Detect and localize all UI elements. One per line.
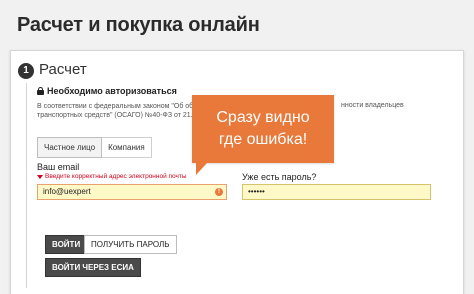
get-password-button[interactable]: ПОЛУЧИТЬ ПАРОЛЬ [84, 235, 177, 254]
callout-line2: где ошибка! [218, 131, 308, 148]
password-field[interactable]: •••••• [242, 184, 431, 200]
password-field-value: •••••• [248, 187, 265, 196]
email-field[interactable]: info@uexpert ! [37, 184, 227, 200]
lock-icon [37, 87, 44, 95]
email-label: Ваш email [37, 162, 80, 172]
page-title: Расчет и покупка онлайн [17, 14, 260, 36]
callout-pointer [196, 163, 207, 175]
form-card: 1 Расчет Необходимо авторизоваться В соо… [10, 50, 464, 294]
step-number: 1 [18, 63, 34, 79]
email-error-message: Введите корректный адрес электронной поч… [37, 173, 187, 180]
customer-type-tabs: Частное лицо Компания [37, 137, 152, 158]
login-esia-button[interactable]: ВОЙТИ ЧЕРЕЗ ЕСИА [45, 258, 141, 277]
email-error-text: Введите корректный адрес электронной поч… [45, 173, 187, 180]
login-button[interactable]: ВОЙТИ [45, 235, 88, 254]
email-field-value: info@uexpert [43, 187, 91, 196]
auth-heading-text: Необходимо авторизоваться [47, 86, 177, 96]
callout-line1: Сразу видно [216, 109, 310, 126]
auth-heading: Необходимо авторизоваться [37, 86, 177, 96]
warning-icon: ! [215, 188, 223, 196]
password-label: Уже есть пароль? [242, 172, 317, 182]
step-title: Расчет [39, 61, 87, 78]
law-text-tail: нности владельцев [341, 102, 404, 109]
step-divider [26, 83, 27, 288]
arrow-down-icon [37, 174, 43, 179]
tab-individual[interactable]: Частное лицо [37, 137, 103, 158]
tab-company[interactable]: Компания [102, 137, 152, 158]
callout-box: Сразу видно где ошибка! [192, 95, 334, 163]
